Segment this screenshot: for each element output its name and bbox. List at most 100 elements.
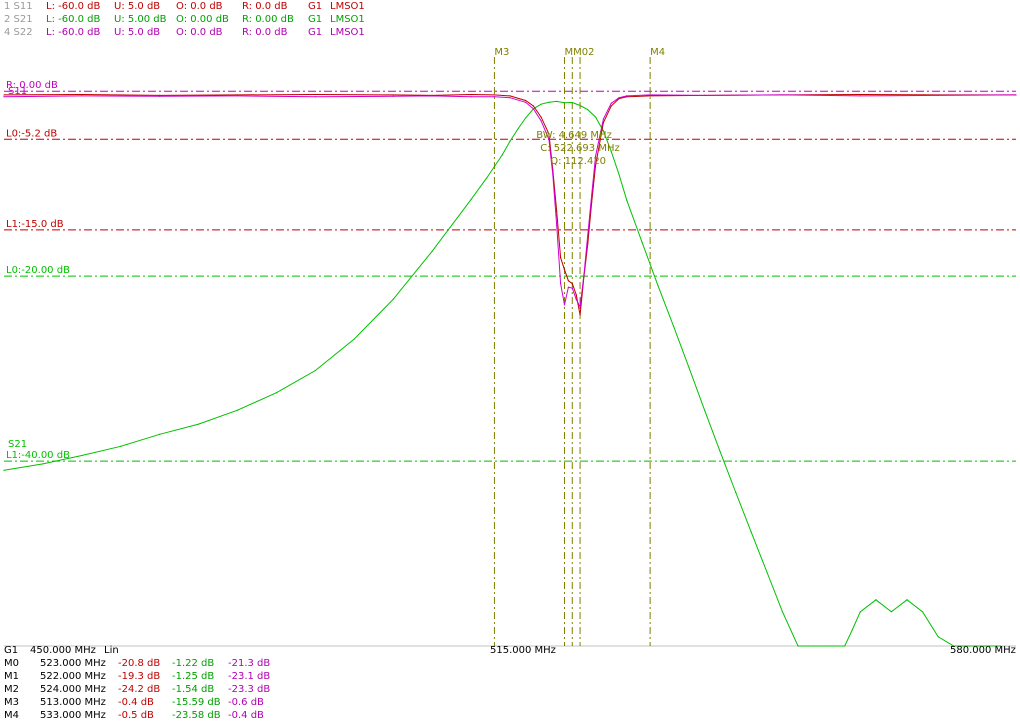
marker-table-s21: -1.22 dB [172,658,215,669]
data-point [524,117,527,119]
trace-s21 [3,100,1001,647]
network-analyzer-chart[interactable]: R: 0.00 dB L0:-5.2 dB L1:-15.0 dB L0:-20.00… [0,0,1020,726]
marker-table-s22: -23.1 dB [228,671,271,682]
data-point [575,298,577,300]
data-point [626,199,628,201]
data-point [493,96,496,98]
trace-header-ref: R: 0.0 dB [242,27,288,38]
data-point [556,224,558,226]
data-point [719,451,721,453]
data-point [3,469,5,471]
data-point [875,599,877,601]
footer-mid-frequency: 515.000 MHz [490,645,556,656]
data-point [567,280,569,282]
marker-table-row: M4 533.000 MHz -0.5 dB -23.58 dB -0.4 dB [0,710,300,722]
data-point [556,210,558,213]
data-point [517,128,519,130]
data-point [579,104,581,107]
data-point [509,97,511,99]
marker-table-freq: 533.000 MHz [40,710,106,721]
limit-line-label: L0:-5.2 dB [6,128,57,139]
trace-header-offset: O: 0.00 dB [176,14,229,25]
data-point [470,198,472,201]
trace-header-name: LMSO1 [330,27,365,38]
data-point [509,140,511,142]
data-point [766,571,768,573]
marker-table-name: M3 [4,697,19,708]
data-point [540,116,542,118]
marker-table-row: M1 522.000 MHz -19.3 dB -1.25 dB -23.1 dB [0,671,300,683]
marker-table-name: M0 [4,658,19,669]
data-point [610,102,612,104]
marker-table-s22: -23.3 dB [228,684,271,695]
marker-table-s11: -24.2 dB [118,684,161,695]
trace-header-id: 1 S11 [4,1,33,12]
trace-s22 [3,94,1017,309]
data-point [563,269,566,271]
marker-table-s11: -20.8 dB [118,658,161,669]
marker-table-name: M2 [4,684,19,695]
limit-line-label: L0:-20.00 dB [6,265,70,276]
data-point [353,338,355,340]
trace-header-row[interactable]: 4 S22 L: -60.0 dB U: 5.0 dB O: 0.0 dB R: 0.0… [0,27,400,40]
data-point [571,101,573,104]
marker-table-freq: 522.000 MHz [40,671,106,682]
data-point [704,409,706,411]
data-point [392,95,394,97]
data-point [42,463,44,465]
data-point [618,97,620,99]
data-point [392,94,394,96]
data-point [431,95,433,97]
trace-header-ref: R: 0.0 dB [242,1,288,12]
data-point [236,409,239,411]
data-point [81,93,83,96]
trace-s11 [3,93,1016,316]
data-point [937,94,939,96]
trace-header-row[interactable]: 2 S21 L: -60.0 dB U: 5.00 dB O: 0.00 dB R: 0… [0,14,400,27]
data-point [657,284,659,286]
data-point [641,242,643,244]
data-point [540,103,542,105]
trace-header-upper: U: 5.00 dB [114,14,167,25]
data-point [314,369,316,372]
data-point [583,273,585,275]
data-point [470,96,472,98]
data-point [591,194,593,196]
data-point [159,433,161,435]
data-point [81,95,83,97]
data-point [540,120,542,122]
data-point [552,173,554,176]
data-point [602,118,605,120]
marker-cluster-label: MM02 [564,47,594,58]
trace-header-id: 4 S22 [4,27,33,38]
trace-header-offset: O: 0.0 dB [176,1,223,12]
marker-table-s21: -1.25 dB [172,671,215,682]
marker-table-row: M3 513.000 MHz -0.4 dB -15.59 dB -0.6 dB [0,697,300,709]
data-point [120,445,122,447]
data-point [859,93,861,96]
data-point [314,96,316,98]
trace-header-row[interactable]: 1 S11 L: -60.0 dB U: 5.0 dB O: 0.0 dB R: 0.0… [0,1,400,14]
data-point [560,257,562,259]
marker-table-row: M0 523.000 MHz -20.8 dB -1.22 dB -21.3 dB [0,658,300,670]
data-point [567,286,569,288]
data-point [575,294,577,296]
data-point [618,173,620,176]
data-point [556,100,558,103]
data-point [159,95,161,97]
trace-header-ref: R: 0.00 dB [242,14,294,25]
data-point [587,109,589,111]
data-point [563,102,566,104]
data-point [501,154,503,156]
data-point [626,95,628,97]
data-point [509,95,511,97]
data-point [548,101,550,103]
marker-table-s22: -21.3 dB [228,658,271,669]
data-point [579,314,581,316]
marker-table-s11: -19.3 dB [118,671,161,682]
data-point [431,250,433,252]
bandwidth-q: Q: 112.420 [550,156,606,167]
bandwidth-bw: BW: 4.649 MHz [536,130,612,141]
data-point [906,599,908,601]
data-point [890,611,893,613]
